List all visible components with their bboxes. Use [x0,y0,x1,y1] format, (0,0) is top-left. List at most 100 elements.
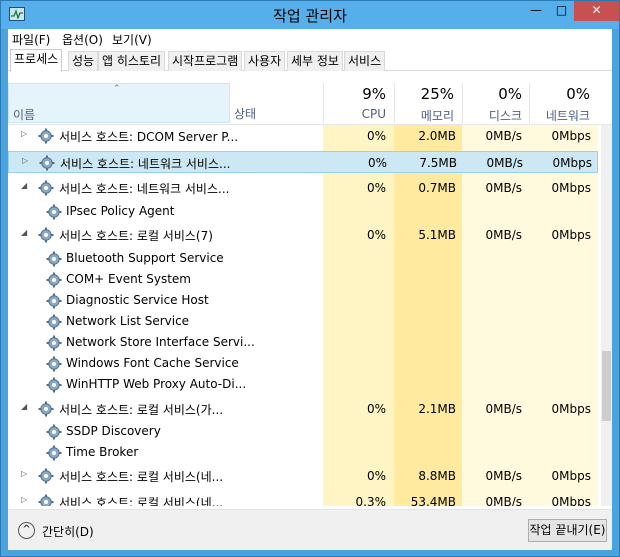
memory-value: 7.5MB [419,156,457,170]
tab-processes[interactable]: 프로세스 [10,49,63,72]
process-group-row[interactable]: ▷ 서비스 호스트: 로컬 서비스(네... 0.3% 53.4MB 0MB/s 0Mbp… [8,491,598,506]
menu-view[interactable]: 보기(V) [112,31,152,48]
tab-startup[interactable]: 시작프로그램 [168,51,243,71]
collapse-up-icon[interactable]: ^ [18,522,35,539]
network-value: 0Mbps [551,402,591,416]
process-group-row[interactable]: ◢ 서비스 호스트: 로컬 서비스(가... 0% 2.1MB 0MB/s 0Mbps [8,398,598,420]
service-name: WinHTTP Web Proxy Auto-Di... [66,377,247,391]
process-group-row[interactable]: ▷ 서비스 호스트: 로컬 서비스(네... 0% 8.8MB 0MB/s 0Mbps [8,465,598,487]
service-gear-icon [46,272,62,288]
menu-bar: 파일(F) 옵션(O) 보기(V) [8,29,612,48]
client-area: 파일(F) 옵션(O) 보기(V) 프로세스 성능 앱 히스토리 시작프로그램 … [8,29,612,550]
disk-column-header[interactable]: 디스크 [468,107,522,124]
network-value: 0Mbps [552,156,592,170]
status-column-header[interactable]: 상태 [234,105,256,122]
collapsed-arrow-icon[interactable]: ▷ [21,129,27,138]
service-row[interactable]: Network List Service [8,311,598,333]
network-value: 0Mbps [551,469,591,483]
service-gear-icon [46,293,62,309]
service-name: Bluetooth Support Service [66,251,224,265]
menu-file[interactable]: 파일(F) [12,31,50,48]
collapsed-arrow-icon[interactable]: ▷ [22,156,28,165]
footer: ^ 간단히(D) 작업 끝내기(E) [8,509,612,550]
tab-bar: 프로세스 성능 앱 히스토리 시작프로그램 사용자 세부 정보 서비스 [8,49,612,72]
disk-value: 0MB/s [485,129,522,143]
memory-value: 5.1MB [418,228,456,242]
service-name: COM+ Event System [66,272,191,286]
service-row[interactable]: Diagnostic Service Host [8,290,598,312]
memory-value: 0.7MB [418,181,456,195]
memory-total: 25% [420,85,454,103]
collapsed-arrow-icon[interactable]: ▷ [21,469,27,478]
sort-up-icon: ⌃ [113,84,121,94]
service-gear-icon [46,251,62,267]
tab-performance[interactable]: 성능 [68,51,99,71]
process-name: 서비스 호스트: 로컬 서비스(네... [59,470,224,484]
disk-value: 0MB/s [485,181,522,195]
end-task-button[interactable]: 작업 끝내기(E) [528,519,607,542]
disk-value: 0MB/s [485,402,522,416]
expanded-arrow-icon[interactable]: ◢ [21,181,27,190]
service-gear-icon [46,424,62,440]
service-row[interactable]: COM+ Event System [8,269,598,291]
disk-value: 0MB/s [485,469,522,483]
service-name: Windows Font Cache Service [66,356,239,370]
network-total: 0% [566,85,590,103]
scroll-thumb[interactable] [602,351,611,421]
cpu-column-header[interactable]: CPU [328,107,386,121]
cpu-value: 0% [366,129,386,143]
service-gear-icon [46,335,62,351]
menu-options[interactable]: 옵션(O) [62,31,103,48]
disk-value: 0MB/s [485,495,522,506]
tab-users[interactable]: 사용자 [244,51,286,71]
service-row[interactable]: Time Broker [8,442,598,464]
task-manager-window: 작업 관리자 — □ ✕ 파일(F) 옵션(O) 보기(V) 프로세스 성능 앱… [0,0,620,557]
minimize-button[interactable]: — [523,1,549,21]
vertical-scrollbar[interactable] [601,125,612,506]
memory-value: 2.1MB [418,402,456,416]
expanded-arrow-icon[interactable]: ◢ [21,402,27,411]
service-gear-icon [46,445,62,461]
tab-app-history[interactable]: 앱 히스토리 [98,51,166,71]
cpu-value: 0% [366,469,386,483]
column-divider [394,83,395,123]
fewer-details-link[interactable]: 간단히(D) [42,523,94,540]
column-header: ⌃ 이름 상태 9% CPU 25% 메모리 0% 디스크 0% 네트워크 [8,75,612,125]
process-name: 서비스 호스트: 네트워크 서비스... [60,157,231,171]
process-group-row[interactable]: ▷ 서비스 호스트: 네트워크 서비스... 0% 7.5MB 0MB/s 0Mbps [8,151,598,173]
service-host-icon [38,401,54,417]
service-row[interactable]: Windows Font Cache Service [8,353,598,375]
column-divider [462,83,463,123]
disk-total: 0% [498,85,522,103]
network-value: 0Mbps [551,228,591,242]
process-group-row[interactable]: ◢ 서비스 호스트: 로컬 서비스(7) 0% 5.1MB 0MB/s 0Mbps [8,224,598,246]
disk-value: 0MB/s [486,156,523,170]
memory-column-header[interactable]: 메모리 [398,107,454,124]
service-name: SSDP Discovery [66,424,161,438]
service-name: Diagnostic Service Host [66,293,209,307]
cpu-value: 0.3% [355,495,387,506]
service-row[interactable]: SSDP Discovery [8,421,598,443]
tab-services[interactable]: 서비스 [344,51,386,71]
name-header-label: 이름 [13,108,36,122]
service-row[interactable]: IPsec Policy Agent [8,201,598,223]
service-name: Time Broker [66,445,139,459]
name-column-header[interactable]: ⌃ 이름 [8,83,230,123]
cpu-value: 0% [367,156,387,170]
collapsed-arrow-icon[interactable]: ▷ [21,495,27,504]
service-row[interactable]: Bluetooth Support Service [8,248,598,270]
tab-details[interactable]: 세부 정보 [287,51,343,71]
service-row[interactable]: Network Store Interface Servi... [8,332,598,354]
maximize-button[interactable]: □ [549,1,574,21]
cpu-value: 0% [366,181,386,195]
close-button[interactable]: ✕ [574,1,619,21]
process-group-row[interactable]: ▷ 서비스 호스트: DCOM Server P... 0% 2.0MB 0MB/s 0M… [8,125,598,147]
memory-value: 2.0MB [418,129,456,143]
network-column-header[interactable]: 네트워크 [534,107,590,124]
title-bar[interactable]: 작업 관리자 — □ ✕ [1,1,619,29]
service-host-icon [38,227,54,243]
service-gear-icon [46,204,62,220]
service-row[interactable]: WinHTTP Web Proxy Auto-Di... [8,374,598,396]
expanded-arrow-icon[interactable]: ◢ [21,228,27,237]
process-group-row[interactable]: ◢ 서비스 호스트: 네트워크 서비스... 0% 0.7MB 0MB/s 0Mbps [8,177,598,199]
